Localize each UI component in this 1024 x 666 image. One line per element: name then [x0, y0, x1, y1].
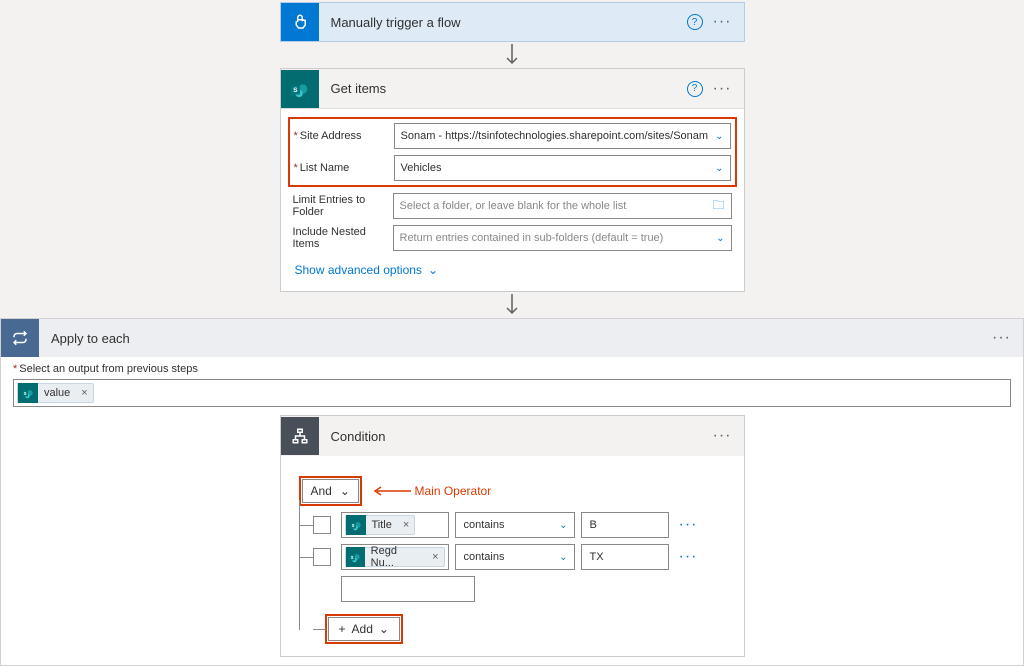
row-checkbox[interactable]	[313, 548, 331, 566]
show-advanced-link[interactable]: Show advanced options ⌄	[293, 263, 439, 277]
sharepoint-icon: S	[18, 383, 38, 403]
highlight-annotation: And ⌄	[299, 476, 362, 506]
annotation-arrow: Main Operator	[371, 484, 492, 498]
chevron-down-icon: ⌄	[428, 263, 438, 277]
more-icon[interactable]: ···	[675, 548, 702, 566]
condition-header[interactable]: Condition ···	[281, 416, 744, 456]
apply-to-each-card: Apply to each ··· Select an output from …	[0, 318, 1024, 666]
limit-entries-input[interactable]: Select a folder, or leave blank for the …	[393, 193, 732, 219]
trigger-title: Manually trigger a flow	[319, 15, 687, 30]
apply-to-each-title: Apply to each	[39, 331, 992, 346]
select-output-label: Select an output from previous steps	[13, 363, 1011, 375]
main-operator-select[interactable]: And ⌄	[302, 479, 359, 503]
condition-operator-select[interactable]: contains ⌄	[455, 512, 575, 538]
workflow-canvas: Manually trigger a flow ? ··· S Get item…	[0, 2, 1024, 666]
condition-value-input[interactable]: B	[581, 512, 669, 538]
row-checkbox[interactable]	[313, 516, 331, 534]
help-icon[interactable]: ?	[687, 14, 703, 30]
list-name-label: List Name	[294, 162, 394, 174]
empty-group-box[interactable]	[341, 576, 475, 602]
list-name-dropdown[interactable]: Vehicles ⌄	[394, 155, 731, 181]
condition-icon	[281, 417, 319, 455]
remove-token-icon[interactable]: ×	[76, 387, 92, 399]
condition-row: S Title × contains ⌄	[313, 512, 730, 538]
connector-arrow	[0, 292, 1024, 318]
chevron-down-icon: ⌄	[716, 233, 724, 244]
plus-icon: +	[339, 622, 346, 636]
condition-field-input[interactable]: S Title ×	[341, 512, 449, 538]
nested-items-dropdown[interactable]: Return entries contained in sub-folders …	[393, 225, 732, 251]
value-token[interactable]: S value ×	[17, 383, 94, 403]
chevron-down-icon: ⌄	[715, 131, 723, 142]
get-items-card: S Get items ? ··· Site Address Sonam - h…	[280, 68, 745, 292]
get-items-header[interactable]: S Get items ? ···	[281, 69, 744, 109]
site-address-dropdown[interactable]: Sonam - https://tsinfotechnologies.share…	[394, 123, 731, 149]
chevron-down-icon: ⌄	[715, 163, 723, 174]
svg-text:S: S	[351, 523, 354, 528]
nested-items-label: Include Nested Items	[293, 226, 393, 250]
chevron-down-icon: ⌄	[340, 484, 350, 498]
svg-text:S: S	[24, 391, 27, 396]
condition-title: Condition	[319, 429, 713, 444]
add-button[interactable]: + Add ⌄	[328, 617, 400, 641]
select-output-input[interactable]: S value ×	[13, 379, 1011, 407]
connector-arrow	[0, 42, 1024, 68]
sharepoint-icon: S	[346, 547, 365, 567]
trigger-card[interactable]: Manually trigger a flow ? ···	[280, 2, 745, 42]
chevron-down-icon: ⌄	[379, 622, 389, 636]
more-icon[interactable]: ···	[713, 80, 732, 98]
more-icon[interactable]: ···	[713, 427, 732, 445]
limit-entries-label: Limit Entries to Folder	[293, 194, 393, 218]
remove-token-icon[interactable]: ×	[398, 519, 414, 531]
field-token[interactable]: S Regd Nu... ×	[345, 547, 445, 567]
condition-field-input[interactable]: S Regd Nu... ×	[341, 544, 449, 570]
loop-icon	[1, 319, 39, 357]
sharepoint-icon: S	[281, 70, 319, 108]
condition-operator-select[interactable]: contains ⌄	[455, 544, 575, 570]
chevron-down-icon: ⌄	[559, 552, 567, 563]
chevron-down-icon: ⌄	[559, 520, 567, 531]
sharepoint-icon: S	[346, 515, 366, 535]
more-icon[interactable]: ···	[675, 516, 702, 534]
condition-card: Condition ··· Main Operator And ⌄	[280, 415, 745, 657]
folder-icon[interactable]: 🗀	[712, 196, 724, 217]
condition-row: S Regd Nu... × contains ⌄	[313, 544, 730, 570]
highlight-annotation: + Add ⌄	[325, 614, 403, 644]
svg-text:S: S	[351, 555, 354, 560]
remove-token-icon[interactable]: ×	[427, 551, 443, 563]
get-items-title: Get items	[319, 81, 687, 96]
more-icon[interactable]: ···	[992, 329, 1011, 347]
condition-value-input[interactable]: TX	[581, 544, 669, 570]
svg-text:S: S	[293, 87, 298, 94]
more-icon[interactable]: ···	[713, 13, 732, 31]
highlight-annotation: Site Address Sonam - https://tsinfotechn…	[288, 117, 737, 187]
help-icon[interactable]: ?	[687, 81, 703, 97]
touch-icon	[281, 3, 319, 41]
site-address-label: Site Address	[294, 130, 394, 142]
apply-to-each-header[interactable]: Apply to each ···	[1, 319, 1023, 357]
main-operator-annotation: Main Operator	[415, 484, 492, 498]
tree-connector	[299, 500, 300, 630]
field-token[interactable]: S Title ×	[345, 515, 416, 535]
